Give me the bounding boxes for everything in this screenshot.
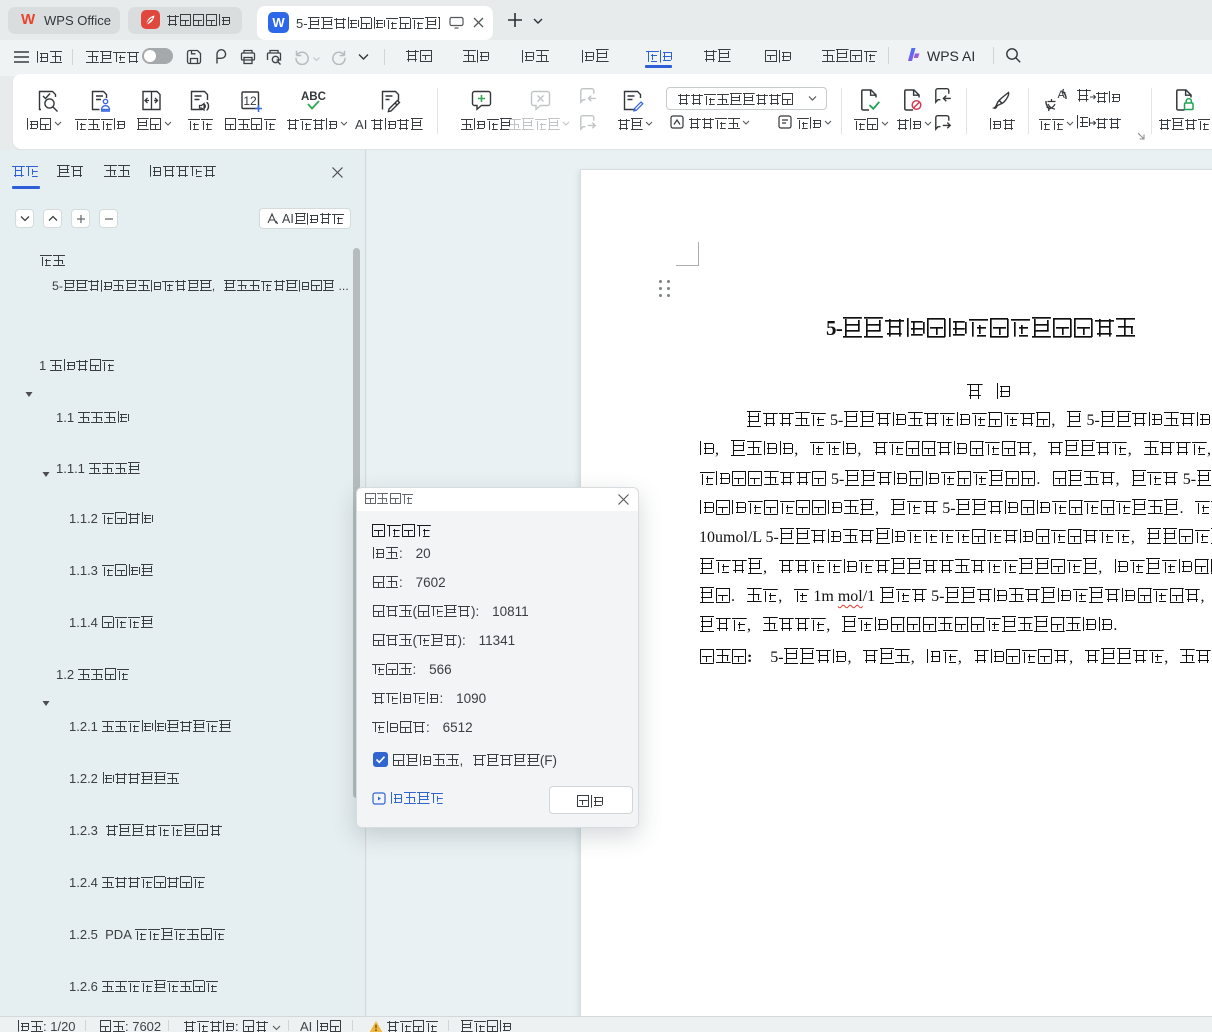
svg-text:ABC: ABC bbox=[301, 91, 326, 103]
svg-text:A: A bbox=[1058, 89, 1066, 101]
svg-text:12: 12 bbox=[243, 94, 257, 108]
